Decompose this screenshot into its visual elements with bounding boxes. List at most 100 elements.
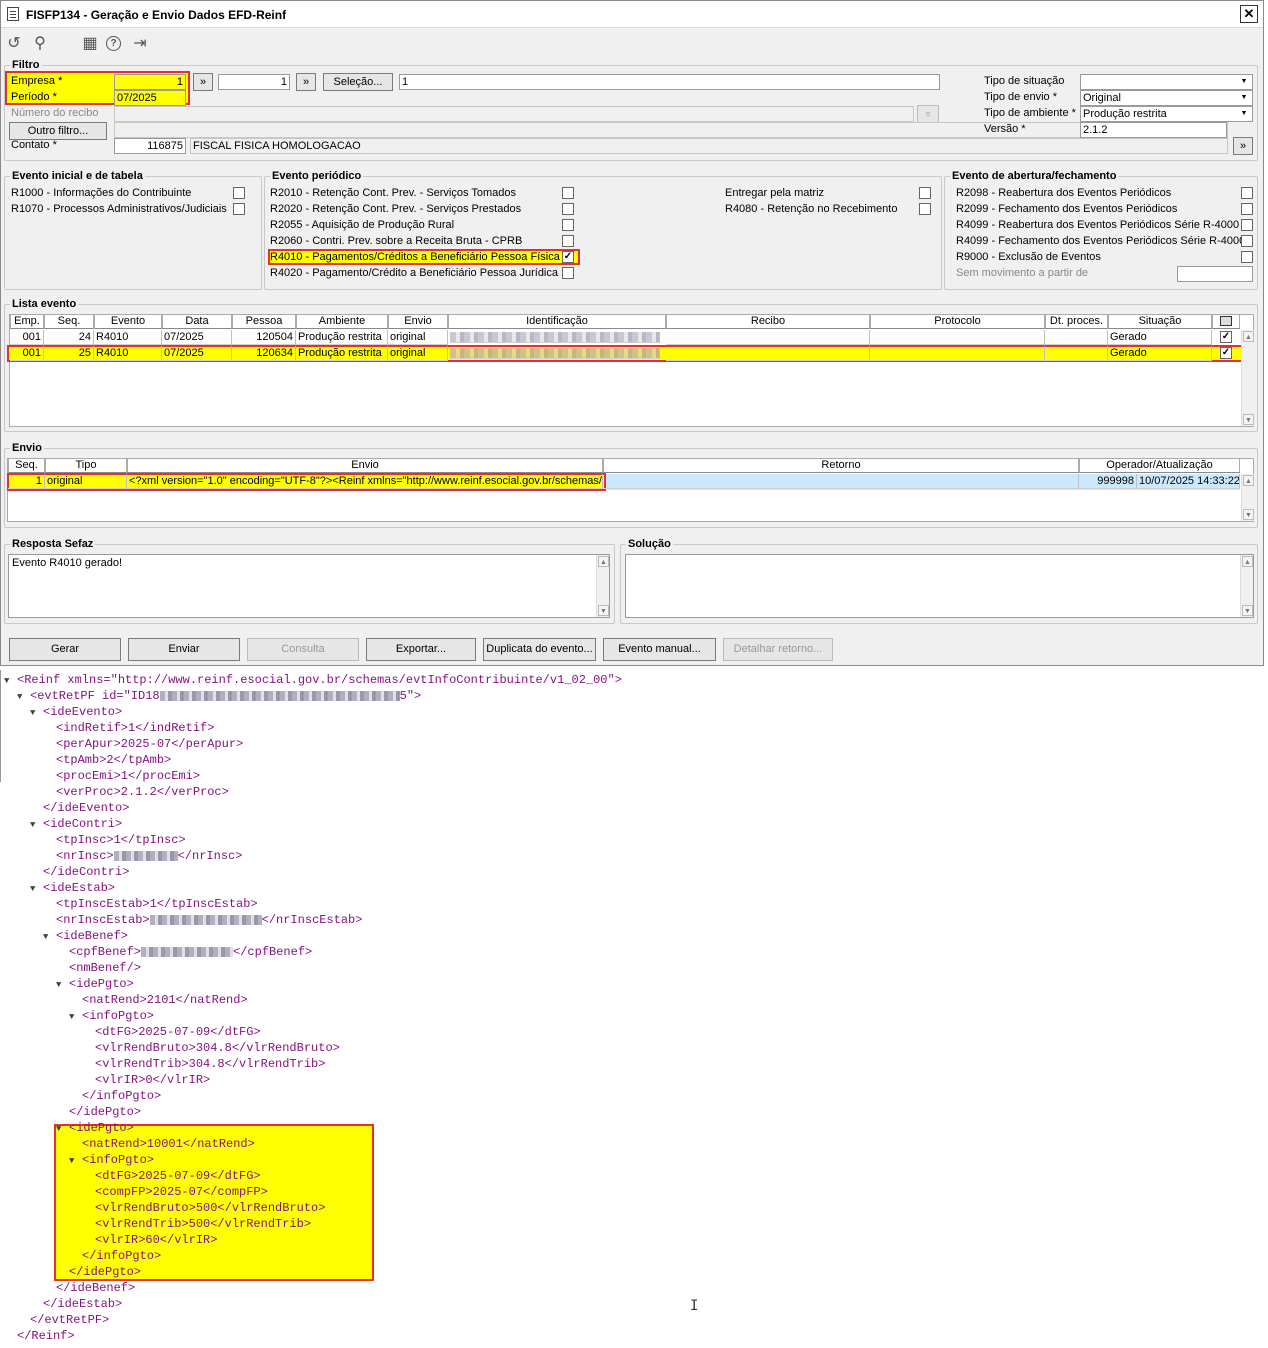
collapse-triangle-icon[interactable]: ▼ (30, 705, 43, 721)
close-button[interactable]: ✕ (1240, 5, 1258, 23)
resposta-scrollbar[interactable]: ▲ ▼ (596, 555, 609, 617)
contato-next-button[interactable]: » (1233, 137, 1253, 155)
r2060-checkbox[interactable] (562, 235, 574, 247)
scroll-up-icon[interactable]: ▲ (1243, 331, 1254, 342)
entregar-matriz-checkbox[interactable] (919, 187, 931, 199)
r4099-reabertura-checkbox[interactable] (1241, 219, 1253, 231)
selecao-button[interactable]: Seleção... (323, 73, 393, 91)
r1000-checkbox[interactable] (233, 187, 245, 199)
tipo-envio-select[interactable]: Original ▼ (1080, 90, 1253, 106)
row2-evento[interactable]: R4010 (94, 346, 162, 361)
collapse-triangle-icon[interactable]: ▼ (69, 1153, 82, 1169)
envio-col-retorno[interactable]: Retorno (603, 458, 1079, 473)
r9000-checkbox[interactable] (1241, 251, 1253, 263)
scroll-up-icon[interactable]: ▲ (598, 556, 609, 567)
selecao-field[interactable]: 1 (399, 74, 940, 90)
col-identificacao[interactable]: Identificação (448, 314, 666, 329)
empresa-to-next-button[interactable]: » (296, 73, 316, 91)
recibo-lookup-button[interactable]: ▿ (917, 105, 939, 123)
r2098-checkbox[interactable] (1241, 187, 1253, 199)
scroll-down-icon[interactable]: ▼ (1243, 509, 1254, 520)
row2-seq[interactable]: 25 (44, 346, 94, 361)
empresa-next-button[interactable]: » (193, 73, 213, 91)
row1-pessoa[interactable]: 120504 (232, 330, 296, 345)
gerar-button[interactable]: Gerar (9, 638, 121, 661)
envio-col-tipo[interactable]: Tipo (45, 458, 127, 473)
detalhar-retorno-button[interactable]: Detalhar retorno... (723, 638, 833, 661)
r2020-checkbox[interactable] (562, 203, 574, 215)
col-recibo[interactable]: Recibo (666, 314, 870, 329)
sem-movimento-field[interactable] (1177, 266, 1253, 282)
row2-recibo[interactable] (666, 346, 870, 361)
resposta-textarea[interactable]: Evento R4010 gerado! (8, 554, 610, 618)
row1-emp[interactable]: 001 (10, 330, 44, 345)
search-icon[interactable]: ⚲ (31, 35, 49, 53)
row1-checkbox[interactable]: ✓ (1220, 331, 1232, 343)
collapse-triangle-icon[interactable]: ▼ (4, 673, 17, 689)
envio-col-envio[interactable]: Envio (127, 458, 603, 473)
collapse-triangle-icon[interactable]: ▼ (69, 1009, 82, 1025)
envio-row-atualizacao[interactable]: 10/07/2025 14:33:22 (1137, 474, 1240, 489)
duplicata-button[interactable]: Duplicata do evento... (483, 638, 596, 661)
row1-ambiente[interactable]: Produção restrita (296, 330, 388, 345)
scroll-down-icon[interactable]: ▼ (598, 605, 609, 616)
r2099-checkbox[interactable] (1241, 203, 1253, 215)
exportar-button[interactable]: Exportar... (366, 638, 476, 661)
row1-protocolo[interactable] (870, 330, 1045, 345)
calendar-icon[interactable]: ▦ (81, 35, 99, 53)
col-envio[interactable]: Envio (388, 314, 448, 329)
col-situacao[interactable]: Situação (1108, 314, 1212, 329)
col-seq[interactable]: Seq. (44, 314, 94, 329)
scroll-down-icon[interactable]: ▼ (1242, 605, 1253, 616)
r4099-fechamento-checkbox[interactable] (1241, 235, 1253, 247)
exit-icon[interactable]: ⇥ (131, 35, 149, 53)
collapse-triangle-icon[interactable]: ▼ (56, 977, 69, 993)
envio-scrollbar[interactable]: ▲ ▼ (1241, 474, 1254, 521)
solucao-textarea[interactable] (625, 554, 1254, 618)
row1-recibo[interactable] (666, 330, 870, 345)
envio-row-seq[interactable]: 1 (8, 474, 45, 489)
envio-row-retorno[interactable] (603, 474, 1079, 489)
versao-field[interactable]: 2.1.2 (1080, 122, 1227, 138)
periodo-field[interactable]: 07/2025 (114, 90, 186, 106)
envio-row-xml[interactable]: <?xml version="1.0" encoding="UTF-8"?><R… (127, 474, 603, 489)
enviar-button[interactable]: Enviar (128, 638, 240, 661)
row2-dt-proces[interactable] (1045, 346, 1108, 361)
collapse-triangle-icon[interactable]: ▼ (30, 881, 43, 897)
collapse-triangle-icon[interactable]: ▼ (17, 689, 30, 705)
r4080-checkbox[interactable] (919, 203, 931, 215)
scroll-up-icon[interactable]: ▲ (1243, 475, 1254, 486)
solucao-scrollbar[interactable]: ▲ ▼ (1240, 555, 1253, 617)
col-protocolo[interactable]: Protocolo (870, 314, 1045, 329)
r2010-checkbox[interactable] (562, 187, 574, 199)
r4010-checkbox[interactable]: ✓ (562, 251, 574, 263)
row1-envio[interactable]: original (388, 330, 448, 345)
refresh-icon[interactable]: ↺ (5, 35, 23, 53)
row2-envio[interactable]: original (388, 346, 448, 361)
tipo-ambiente-select[interactable]: Produção restrita ▼ (1080, 106, 1253, 122)
empresa-field[interactable]: 1 (114, 74, 186, 90)
row2-data[interactable]: 07/2025 (162, 346, 232, 361)
r4020-checkbox[interactable] (562, 267, 574, 279)
row2-situacao[interactable]: Gerado (1108, 346, 1212, 361)
envio-col-operador[interactable]: Operador/Atualização (1079, 458, 1240, 473)
r2055-checkbox[interactable] (562, 219, 574, 231)
scroll-up-icon[interactable]: ▲ (1242, 556, 1253, 567)
empresa-to-field[interactable]: 1 (218, 74, 290, 90)
col-ambiente[interactable]: Ambiente (296, 314, 388, 329)
col-dt-proces[interactable]: Dt. proces. (1045, 314, 1108, 329)
row1-dt-proces[interactable] (1045, 330, 1108, 345)
lista-scrollbar[interactable]: ▲ ▼ (1241, 330, 1254, 426)
collapse-triangle-icon[interactable]: ▼ (30, 817, 43, 833)
col-emp[interactable]: Emp. (10, 314, 44, 329)
envio-row-tipo[interactable]: original (45, 474, 127, 489)
help-icon[interactable]: ? (106, 36, 121, 51)
contato-field[interactable]: 116875 (114, 138, 186, 154)
row1-evento[interactable]: R4010 (94, 330, 162, 345)
collapse-triangle-icon[interactable]: ▼ (56, 1121, 69, 1137)
row2-protocolo[interactable] (870, 346, 1045, 361)
col-data[interactable]: Data (162, 314, 232, 329)
row1-data[interactable]: 07/2025 (162, 330, 232, 345)
evento-manual-button[interactable]: Evento manual... (603, 638, 716, 661)
col-pessoa[interactable]: Pessoa (232, 314, 296, 329)
